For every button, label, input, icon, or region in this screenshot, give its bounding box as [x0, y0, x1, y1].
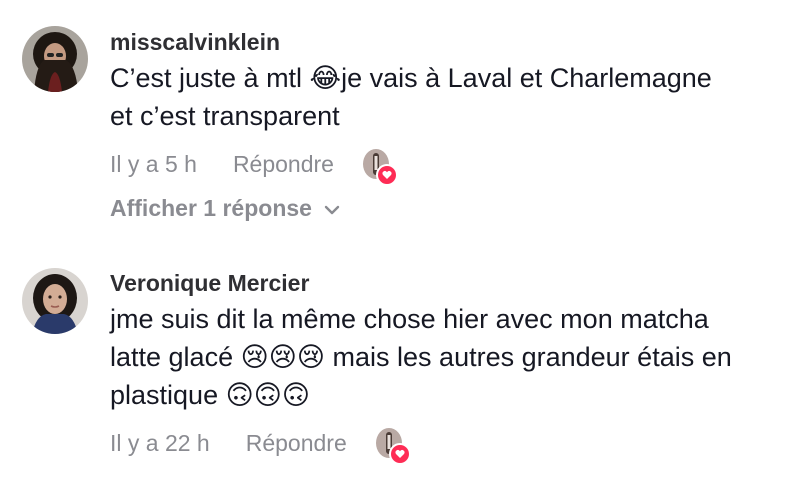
view-replies-label: Afficher 1 réponse	[110, 195, 312, 221]
comment-username[interactable]: misscalvinklein	[110, 27, 800, 57]
avatar[interactable]	[22, 268, 88, 334]
view-replies-button[interactable]: Afficher 1 réponse	[110, 195, 800, 222]
comment-text: jme suis dit la même chose hier avec mon…	[110, 304, 732, 410]
reply-button[interactable]: Répondre	[233, 151, 334, 178]
heart-icon	[375, 164, 398, 186]
comment-timestamp: Il y a 5 h	[110, 150, 197, 177]
avatar-image	[22, 268, 88, 334]
chevron-down-icon	[324, 205, 340, 214]
creator-liked-icon	[375, 427, 411, 465]
comment-username[interactable]: Veronique Mercier	[110, 268, 800, 298]
reply-button[interactable]: Répondre	[246, 430, 347, 457]
avatar[interactable]	[22, 26, 88, 92]
avatar-image	[22, 26, 88, 92]
creator-liked-icon	[362, 148, 398, 186]
heart-icon	[388, 443, 411, 465]
comment-timestamp: Il y a 22 h	[110, 429, 210, 456]
comment-text: C’est juste à mtl 😂je vais à Laval et Ch…	[110, 63, 712, 131]
